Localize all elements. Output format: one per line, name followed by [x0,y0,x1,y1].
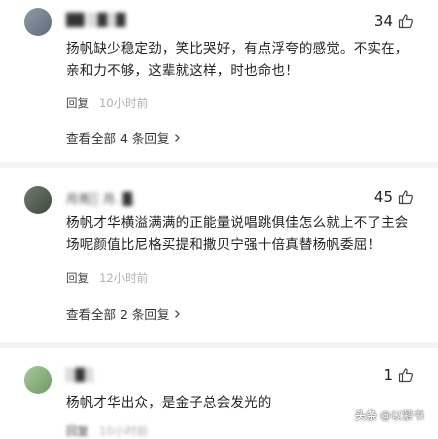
comment-meta: 回复 10小时前 [66,423,148,439]
avatar[interactable] [24,366,52,394]
reply-button[interactable]: 回复 [66,95,89,111]
chevron-right-icon [175,133,181,142]
timestamp: 10小时前 [99,424,149,438]
view-all-replies-link[interactable]: 查看全部 2 条回复 [66,304,182,323]
watermark: 头条 @以萦书 [355,407,424,423]
thumbs-up-icon[interactable] [398,13,414,29]
comment-2: 月亮░ 月. █. 45 杨帆才华横溢满满的正能量说唱跳俱佳怎么就上不了主会场呢… [0,168,438,346]
username[interactable]: ██ ░█░█ [66,13,125,27]
like-button[interactable]: 1 [383,366,414,384]
thumbs-up-icon[interactable] [398,189,414,205]
comment-meta: 回复 10小时前 [66,95,148,111]
timestamp: 10小时前 [99,96,149,110]
watermark-brand: 头条 [355,409,377,422]
username[interactable]: ░█░ [66,368,94,382]
view-replies-label: 查看全部 4 条回复 [66,131,170,146]
avatar[interactable] [24,186,52,214]
like-button[interactable]: 45 [374,188,414,206]
reply-button[interactable]: 回复 [66,270,89,286]
reply-button[interactable]: 回复 [66,423,89,439]
username[interactable]: 月亮░ 月. █. [66,190,136,207]
view-replies-label: 查看全部 2 条回复 [66,307,170,322]
thumbs-up-icon[interactable] [398,367,414,383]
like-count: 34 [373,12,393,30]
comment-text: 扬帆缺少稳定劲，笑比哭好，有点浮夸的感觉。不实在，亲和力不够，这辈就这样，时也命… [66,41,409,79]
timestamp: 12小时前 [99,271,149,285]
like-count: 45 [373,188,393,206]
comment-meta: 回复 12小时前 [66,270,148,286]
comment-1: ██ ░█░█ 34 扬帆缺少稳定劲，笑比哭好，有点浮夸的感觉。不实在，亲和力不… [0,0,438,160]
comment-text: 杨帆才华横溢满满的正能量说唱跳俱佳怎么就上不了主会场呢颜值比尼格买提和撒贝宁强十… [66,215,409,253]
avatar[interactable] [24,8,52,36]
watermark-handle: @以萦书 [380,409,424,422]
like-count: 1 [383,366,393,384]
chevron-right-icon [175,309,181,318]
view-all-replies-link[interactable]: 查看全部 4 条回复 [66,128,182,147]
like-button[interactable]: 34 [374,12,414,30]
